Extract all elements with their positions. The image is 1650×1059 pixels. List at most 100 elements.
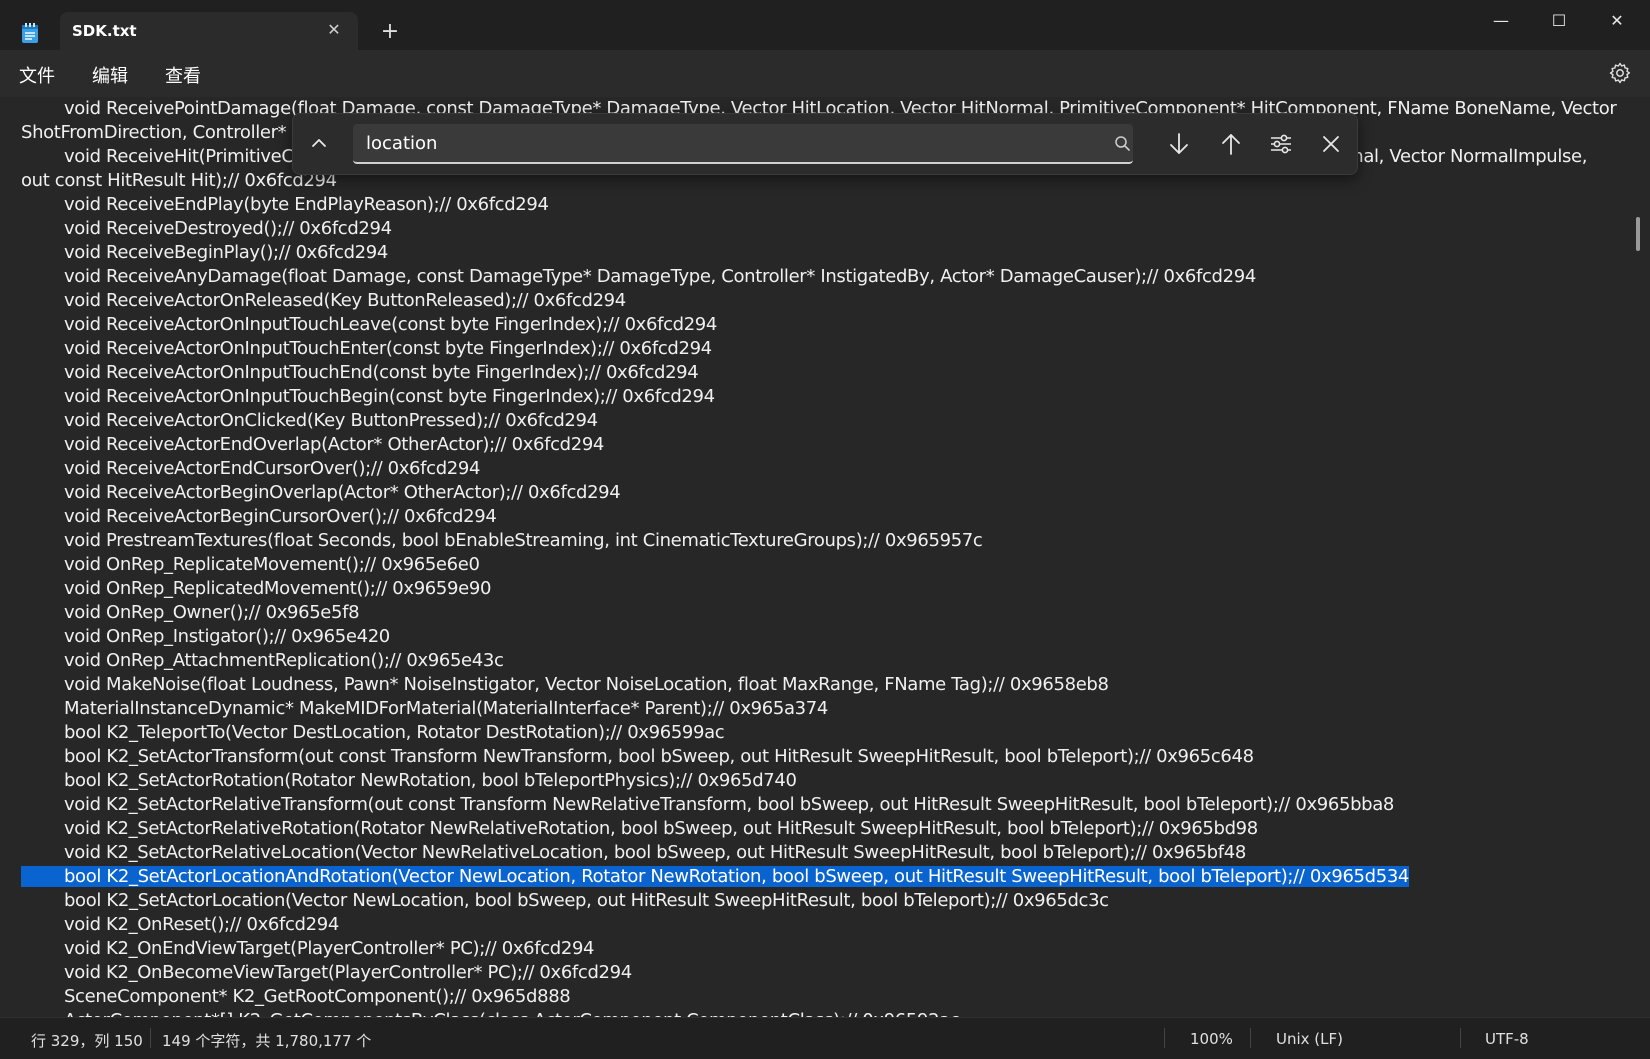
new-tab-button[interactable]: + xyxy=(378,20,402,44)
maximize-button[interactable]: ☐ xyxy=(1536,6,1582,36)
editor-lines: void ReceivePointDamage(float Damage, co… xyxy=(21,97,1631,1017)
chevron-up-icon[interactable] xyxy=(307,131,331,155)
text-line-content: void ReceiveActorEndOverlap(Actor* Other… xyxy=(21,434,605,455)
tab-sdk-txt[interactable]: SDK.txt ✕ xyxy=(60,12,358,50)
filter-options-icon[interactable] xyxy=(1267,130,1295,158)
text-line[interactable]: void K2_SetActorRelativeTransform(out co… xyxy=(21,793,1631,817)
menu-file[interactable]: 文件 xyxy=(19,62,55,88)
text-line[interactable]: void OnRep_Owner();// 0x965e5f8 xyxy=(21,601,1631,625)
text-line[interactable]: void OnRep_Instigator();// 0x965e420 xyxy=(21,625,1631,649)
minimize-button[interactable]: — xyxy=(1478,6,1524,36)
text-line[interactable]: void PrestreamTextures(float Seconds, bo… xyxy=(21,529,1631,553)
menu-view[interactable]: 查看 xyxy=(165,62,201,88)
text-line-content: bool K2_SetActorLocation(Vector NewLocat… xyxy=(21,890,1109,911)
menu-edit[interactable]: 编辑 xyxy=(92,62,128,88)
text-line[interactable]: void ReceiveActorEndOverlap(Actor* Other… xyxy=(21,433,1631,457)
status-divider xyxy=(1250,1028,1251,1048)
text-line-content: void PrestreamTextures(float Seconds, bo… xyxy=(21,530,983,551)
status-divider xyxy=(1164,1028,1165,1048)
zoom-level[interactable]: 100% xyxy=(1190,1030,1233,1048)
text-line-content: void K2_OnEndViewTarget(PlayerController… xyxy=(21,938,595,959)
text-line[interactable]: void OnRep_ReplicatedMovement();// 0x965… xyxy=(21,577,1631,601)
cursor-position: 行 329，列 150 xyxy=(31,1032,143,1050)
status-bar: 行 329，列 150 149 个字符，共 1,780,177 个 100% U… xyxy=(0,1017,1650,1059)
text-line-content: void ReceiveActorOnInputTouchEnd(const b… xyxy=(21,362,699,383)
status-divider xyxy=(1460,1028,1461,1048)
text-line-content: void OnRep_Instigator();// 0x965e420 xyxy=(21,626,390,647)
text-line-content: void OnRep_AttachmentReplication();// 0x… xyxy=(21,650,504,671)
text-line[interactable]: void ReceiveDestroyed();// 0x6fcd294 xyxy=(21,217,1631,241)
text-line[interactable]: void K2_OnReset();// 0x6fcd294 xyxy=(21,913,1631,937)
text-line-content: void ReceiveActorOnInputTouchEnter(const… xyxy=(21,338,712,359)
close-window-button[interactable]: ✕ xyxy=(1594,6,1640,36)
text-line[interactable]: void ReceiveBeginPlay();// 0x6fcd294 xyxy=(21,241,1631,265)
text-line[interactable]: bool K2_SetActorTransform(out const Tran… xyxy=(21,745,1631,769)
encoding[interactable]: UTF-8 xyxy=(1485,1030,1529,1048)
tab-close-icon[interactable]: ✕ xyxy=(322,18,346,42)
text-line-content: void OnRep_Owner();// 0x965e5f8 xyxy=(21,602,360,623)
text-line[interactable]: ActorComponent*[] K2_GetComponentsByClas… xyxy=(21,1009,1631,1017)
text-line[interactable]: void K2_SetActorRelativeRotation(Rotator… xyxy=(21,817,1631,841)
text-line-content: void ReceiveBeginPlay();// 0x6fcd294 xyxy=(21,242,388,263)
find-input[interactable] xyxy=(353,124,1133,164)
text-line-content: void K2_OnReset();// 0x6fcd294 xyxy=(21,914,339,935)
text-line[interactable]: bool K2_TeleportTo(Vector DestLocation, … xyxy=(21,721,1631,745)
text-line[interactable]: void ReceiveActorBeginOverlap(Actor* Oth… xyxy=(21,481,1631,505)
text-line[interactable]: void OnRep_AttachmentReplication();// 0x… xyxy=(21,649,1631,673)
text-line-content: ActorComponent*[] K2_GetComponentsByClas… xyxy=(21,1010,960,1017)
text-line-content: bool K2_SetActorLocationAndRotation(Vect… xyxy=(21,866,1410,887)
text-line[interactable]: void ReceiveActorOnReleased(Key ButtonRe… xyxy=(21,289,1631,313)
text-line-content: void ReceiveActorOnInputTouchBegin(const… xyxy=(21,386,715,407)
arrow-up-icon[interactable] xyxy=(1217,130,1245,158)
text-line[interactable]: void ReceiveActorOnInputTouchEnter(const… xyxy=(21,337,1631,361)
text-line-content: bool K2_TeleportTo(Vector DestLocation, … xyxy=(21,722,725,743)
text-line-content: void ReceiveEndPlay(byte EndPlayReason);… xyxy=(21,194,549,215)
text-line-content: void K2_SetActorRelativeTransform(out co… xyxy=(21,794,1395,815)
text-line[interactable]: void ReceiveAnyDamage(float Damage, cons… xyxy=(21,265,1631,289)
text-line-content: void OnRep_ReplicatedMovement();// 0x965… xyxy=(21,578,492,599)
text-line[interactable]: void ReceiveActorOnInputTouchEnd(const b… xyxy=(21,361,1631,385)
text-line[interactable]: void K2_OnEndViewTarget(PlayerController… xyxy=(21,937,1631,961)
text-line-content: MaterialInstanceDynamic* MakeMIDForMater… xyxy=(21,698,828,719)
text-line[interactable]: void OnRep_ReplicateMovement();// 0x965e… xyxy=(21,553,1631,577)
text-line-content: void ReceiveActorEndCursorOver();// 0x6f… xyxy=(21,458,481,479)
text-line-content: out const HitResult Hit);// 0x6fcd294 xyxy=(21,170,337,191)
text-line[interactable]: void ReceiveActorOnInputTouchBegin(const… xyxy=(21,385,1631,409)
text-line-content: void ReceiveAnyDamage(float Damage, cons… xyxy=(21,266,1256,287)
gear-icon[interactable] xyxy=(1608,61,1632,85)
text-line-content: void K2_SetActorRelativeLocation(Vector … xyxy=(21,842,1246,863)
tab-title: SDK.txt xyxy=(72,22,137,40)
text-line-content: void K2_SetActorRelativeRotation(Rotator… xyxy=(21,818,1258,839)
text-line-content: SceneComponent* K2_GetRootComponent();//… xyxy=(21,986,571,1007)
text-line-content: void ReceiveActorOnClicked(Key ButtonPre… xyxy=(21,410,598,431)
text-line[interactable]: void ReceiveActorBeginCursorOver();// 0x… xyxy=(21,505,1631,529)
text-line-content: void ReceiveActorOnInputTouchLeave(const… xyxy=(21,314,718,335)
status-divider xyxy=(150,1028,151,1048)
text-line[interactable]: void K2_OnBecomeViewTarget(PlayerControl… xyxy=(21,961,1631,985)
arrow-down-icon[interactable] xyxy=(1165,130,1193,158)
text-editor[interactable]: void ReceivePointDamage(float Damage, co… xyxy=(0,97,1650,1017)
text-line[interactable]: MaterialInstanceDynamic* MakeMIDForMater… xyxy=(21,697,1631,721)
menu-bar: 文件 编辑 查看 xyxy=(0,50,1650,97)
selection-count: 149 个字符，共 1,780,177 个 xyxy=(162,1032,372,1050)
text-line[interactable]: void MakeNoise(float Loudness, Pawn* Noi… xyxy=(21,673,1631,697)
text-line[interactable]: void ReceiveActorOnInputTouchLeave(const… xyxy=(21,313,1631,337)
find-panel xyxy=(292,113,1358,175)
text-line[interactable]: void ReceiveEndPlay(byte EndPlayReason);… xyxy=(21,193,1631,217)
close-icon[interactable] xyxy=(1317,130,1345,158)
line-ending[interactable]: Unix (LF) xyxy=(1276,1030,1343,1048)
text-line-content: void ReceiveActorOnReleased(Key ButtonRe… xyxy=(21,290,626,311)
search-icon[interactable] xyxy=(1113,134,1133,154)
text-line[interactable]: void K2_SetActorRelativeLocation(Vector … xyxy=(21,841,1631,865)
text-line-content: void ReceiveActorBeginOverlap(Actor* Oth… xyxy=(21,482,621,503)
text-line[interactable]: void ReceiveActorEndCursorOver();// 0x6f… xyxy=(21,457,1631,481)
text-line-selected[interactable]: bool K2_SetActorLocationAndRotation(Vect… xyxy=(21,865,1631,889)
text-line[interactable]: SceneComponent* K2_GetRootComponent();//… xyxy=(21,985,1631,1009)
text-line[interactable]: bool K2_SetActorLocation(Vector NewLocat… xyxy=(21,889,1631,913)
vertical-scrollbar[interactable] xyxy=(1636,217,1640,251)
text-line[interactable]: bool K2_SetActorRotation(Rotator NewRota… xyxy=(21,769,1631,793)
text-line-content: void OnRep_ReplicateMovement();// 0x965e… xyxy=(21,554,480,575)
text-line[interactable]: void ReceiveActorOnClicked(Key ButtonPre… xyxy=(21,409,1631,433)
title-bar: SDK.txt ✕ + — ☐ ✕ xyxy=(0,0,1650,50)
text-line-content: void ReceiveDestroyed();// 0x6fcd294 xyxy=(21,218,392,239)
